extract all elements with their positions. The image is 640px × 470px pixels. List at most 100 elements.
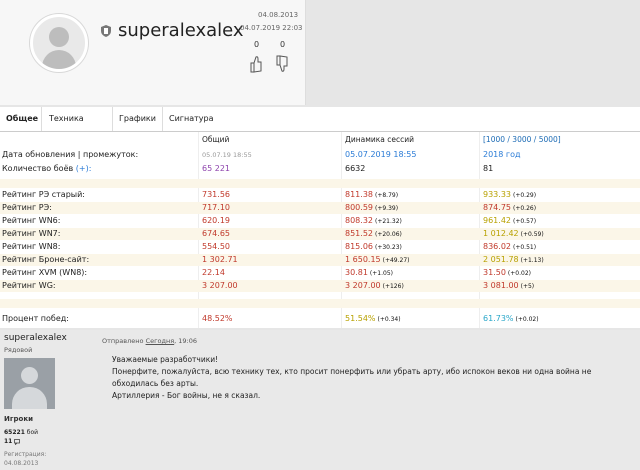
- period-value: 933.33: [483, 190, 511, 199]
- overall-value: 22.14: [202, 268, 225, 277]
- row-label: Рейтинг WN6:: [2, 216, 61, 225]
- period-value-cell: 1 012.42 (+0.59): [483, 228, 544, 241]
- battles-plus-link[interactable]: (+):: [76, 164, 92, 173]
- period-delta: (+0.57): [513, 218, 537, 225]
- row-label: Рейтинг РЭ:: [2, 203, 52, 212]
- forum-post: superalexalex Рядовой Игроки 65221 бой 1…: [0, 330, 640, 470]
- session-value-cell: 30.81 (+1.05): [345, 267, 393, 280]
- overall-value: 3 207.00: [202, 281, 238, 290]
- session-value-cell: 1 650.15 (+49.27): [345, 254, 410, 267]
- period-winrate-delta: (+0.02): [515, 316, 539, 323]
- rating-row: Рейтинг РЭ старый: 731.56 811.38 (+8.79) …: [0, 189, 640, 201]
- session-winrate-delta: (+0.34): [377, 316, 401, 323]
- session-value: 1 650.15: [345, 255, 381, 264]
- overall-battles: 65 221: [202, 164, 230, 173]
- row-label: Количество боёв (+):: [2, 163, 91, 175]
- post-body: Уважаемые разработчики! Понерфите, пожал…: [112, 354, 638, 402]
- overall-value: 1 302.71: [202, 255, 238, 264]
- session-delta: (+30.23): [375, 244, 402, 251]
- session-value: 811.38: [345, 190, 373, 199]
- session-delta: (+9.39): [375, 205, 399, 212]
- header-overall: Общий: [202, 135, 230, 144]
- tab-graphs[interactable]: Графики: [113, 107, 163, 131]
- profile-card: superalexalex 04.08.2013 04.07.2019 22:0…: [0, 0, 306, 105]
- rating-row: Рейтинг WN6: 620.19 808.32 (+21.32) 961.4…: [0, 215, 640, 227]
- post-author-avatar[interactable]: [4, 358, 55, 409]
- session-value-cell: 808.32 (+21.32): [345, 215, 402, 228]
- profile-date-bottom: 04.07.2019 22:03: [240, 24, 303, 32]
- like-count: 0: [254, 40, 260, 49]
- period-delta: (+0.02): [507, 270, 531, 277]
- session-delta: (+21.32): [375, 218, 402, 225]
- period-value: 2 051.78: [483, 255, 519, 264]
- session-value-cell: 3 207.00 (+126): [345, 280, 404, 293]
- session-delta: (+20.06): [375, 231, 402, 238]
- avatar-head-shape: [49, 27, 69, 47]
- period-delta: (+0.26): [513, 205, 537, 212]
- post-line: Понерфите, пожалуйста, всю технику тех, …: [112, 367, 592, 388]
- thumb-down-icon[interactable]: [276, 55, 288, 73]
- tab-signature[interactable]: Сигнатура: [163, 107, 223, 131]
- row-label: Процент побед:: [2, 314, 69, 323]
- period-value-cell: 933.33 (+0.29): [483, 189, 536, 202]
- period-delta: (+0.59): [520, 231, 544, 238]
- session-value-cell: 800.59 (+9.39): [345, 202, 398, 215]
- overall-value: 674.65: [202, 229, 230, 238]
- session-winrate: 51.54%: [345, 314, 376, 323]
- post-author-rank: Рядовой: [4, 346, 33, 354]
- session-value: 3 207.00: [345, 281, 381, 290]
- row-label: Рейтинг РЭ старый:: [2, 190, 85, 199]
- row-label: Рейтинг WN8:: [2, 242, 61, 251]
- period-delta: (+0.29): [513, 192, 537, 199]
- registration-date: 04.08.2013: [4, 460, 39, 467]
- avatar-head-shape: [21, 367, 38, 384]
- period-winrate: 61.73%: [483, 314, 514, 323]
- rating-row: Рейтинг WG: 3 207.00 3 207.00 (+126) 3 08…: [0, 280, 640, 292]
- update-date-row: Дата обновления | промежуток: 05.07.19 1…: [0, 149, 640, 161]
- period-year: 2018 год: [483, 150, 521, 159]
- battles-label: бой: [26, 429, 39, 436]
- period-value-cell: 836.02 (+0.51): [483, 241, 536, 254]
- row-label: Дата обновления | промежуток:: [2, 150, 139, 159]
- thumb-up-icon[interactable]: [250, 55, 262, 73]
- overall-update-date: 05.07.19 18:55: [202, 151, 252, 159]
- session-value: 30.81: [345, 268, 368, 277]
- battles-row: Количество боёв (+): 65 221 6632 81: [0, 163, 640, 175]
- period-value-cell: 31.50 (+0.02): [483, 267, 531, 280]
- session-delta: (+1.05): [369, 270, 393, 277]
- avatar-body-shape: [42, 50, 76, 69]
- post-timestamp: Отправлено Сегодня, 19:06: [102, 337, 197, 345]
- session-value: 815.06: [345, 242, 373, 251]
- session-value: 800.59: [345, 203, 373, 212]
- spacer-row: [0, 179, 640, 188]
- period-delta: (+5): [520, 283, 535, 290]
- sent-prefix: Отправлено: [102, 337, 144, 345]
- period-value-cell: 3 081.00 (+5): [483, 280, 534, 293]
- tab-bar: Общее Техника (117) Графики Сигнатура: [0, 107, 640, 147]
- post-author-name[interactable]: superalexalex: [4, 333, 67, 343]
- session-value-cell: 811.38 (+8.79): [345, 189, 398, 202]
- winrate-row: Процент побед: 48.52% 51.54% (+0.34) 61.7…: [0, 313, 640, 325]
- post-line: Уважаемые разработчики!: [112, 355, 219, 364]
- tab-vehicles[interactable]: Техника (117): [43, 107, 113, 147]
- registration-label: Регистрация:: [4, 451, 47, 458]
- profile-avatar[interactable]: [30, 14, 88, 72]
- header-period-selector[interactable]: [1000 / 3000 / 5000]: [483, 135, 561, 144]
- speech-bubble-icon: [14, 438, 21, 445]
- row-label: Рейтинг XVM (WN8):: [2, 268, 88, 277]
- period-value-cell: 874.75 (+0.26): [483, 202, 536, 215]
- overall-value: 731.56: [202, 190, 230, 199]
- rating-row: Рейтинг XVM (WN8): 22.14 30.81 (+1.05) 31…: [0, 267, 640, 279]
- sent-day[interactable]: Сегодня: [146, 337, 175, 345]
- session-battles: 6632: [345, 164, 366, 173]
- period-value-cell: 961.42 (+0.57): [483, 215, 536, 228]
- tab-general[interactable]: Общее: [0, 107, 42, 131]
- sent-time: , 19:06: [174, 337, 198, 345]
- post-author-group: Игроки: [4, 415, 33, 423]
- session-value-cell: 851.52 (+20.06): [345, 228, 402, 241]
- post-line: Артиллерия - Бог войны, не я сказал.: [112, 391, 261, 400]
- post-author-posts: 11: [4, 438, 21, 445]
- session-update-date: 05.07.2019 18:55: [345, 150, 417, 159]
- dislike-count: 0: [280, 40, 286, 49]
- session-value-cell: 815.06 (+30.23): [345, 241, 402, 254]
